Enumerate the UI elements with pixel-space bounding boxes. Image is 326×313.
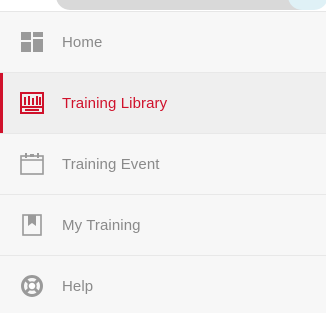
sidebar-item-my-training[interactable]: My Training [0,195,326,256]
sidebar-menu: Home Training Library Training Event My … [0,0,326,313]
sidebar-item-label: Training Library [62,94,168,112]
sidebar-item-help[interactable]: Help [0,256,326,313]
sidebar-item-label: My Training [62,216,141,234]
bookmark-icon [20,213,44,237]
home-grid-icon [20,30,44,54]
sidebar-nav: Home Training Library Training Event My … [0,12,326,313]
library-icon [20,91,44,115]
sidebar-item-label: Help [62,277,94,295]
sidebar-item-training-library[interactable]: Training Library [0,73,326,134]
header-strip [0,0,326,12]
sidebar-item-home[interactable]: Home [0,12,326,73]
sidebar-item-label: Training Event [62,155,160,173]
header-tab-shape [56,0,326,10]
calendar-icon [20,152,44,176]
lifebuoy-icon [20,274,44,298]
sidebar-item-label: Home [62,33,103,51]
sidebar-item-training-event[interactable]: Training Event [0,134,326,195]
